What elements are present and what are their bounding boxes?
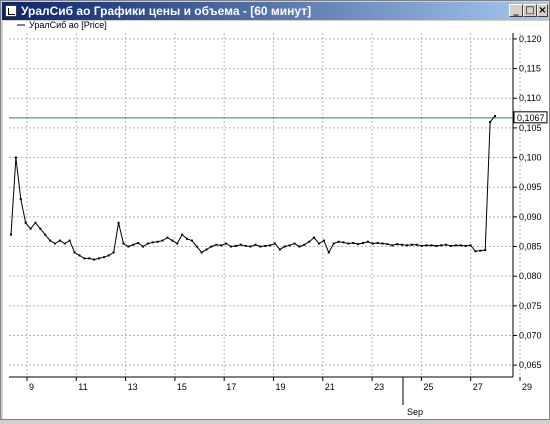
legend: УралСиб ао [Price] — [17, 20, 107, 30]
x-tick-label: 9 — [29, 382, 34, 392]
x-tick-label: 21 — [325, 382, 335, 392]
minimize-button[interactable]: _ — [509, 4, 523, 17]
x-tick-label: 19 — [276, 382, 286, 392]
x-tick-label: 13 — [128, 382, 138, 392]
legend-label: УралСиб ао [Price] — [29, 21, 107, 30]
y-tick-label: 0,115 — [519, 64, 541, 74]
x-tick-label: 15 — [177, 382, 187, 392]
y-tick-label: 0,120 — [519, 34, 542, 44]
y-tick-label: 0,110 — [519, 93, 541, 103]
x-tick-label: 23 — [374, 382, 384, 392]
y-tick-label: 0,100 — [519, 153, 542, 163]
y-tick-label: 0,065 — [519, 360, 542, 370]
x-axis-month-label: Sep — [407, 407, 423, 417]
y-tick-label: 0,085 — [519, 242, 542, 252]
x-tick-label: 17 — [226, 382, 236, 392]
x-tick-label: 25 — [423, 382, 433, 392]
maximize-button[interactable]: □ — [523, 4, 537, 17]
current-price-marker: 0,1067 — [513, 111, 548, 124]
y-tick-label: 0,070 — [519, 330, 542, 340]
x-tick-label: 11 — [78, 382, 87, 392]
x-tick-label: 29 — [522, 382, 532, 392]
y-tick-label: 0,105 — [519, 123, 542, 133]
x-tick-label: 27 — [473, 382, 483, 392]
y-tick-label: 0,075 — [519, 301, 542, 311]
y-tick-label: 0,095 — [519, 182, 542, 192]
title-bar[interactable]: УралСиб ао Графики цены и объема - [60 м… — [2, 2, 548, 20]
window-title: УралСиб ао Графики цены и объема - [60 м… — [21, 4, 312, 18]
price-chart[interactable]: 0,120 0,115 0,110 0,105 0,100 0,095 0,090 0,085… — [3, 20, 549, 419]
price-marker-value: 0,1067 — [517, 113, 545, 123]
chart-background — [3, 21, 549, 419]
chart-area[interactable]: 0,120 0,115 0,110 0,105 0,100 0,095 0,090 0,085… — [3, 20, 549, 419]
chart-window: УралСиб ао Графики цены и объема - [60 м… — [0, 0, 550, 420]
close-button[interactable]: × — [537, 4, 548, 17]
y-tick-label: 0,080 — [519, 271, 542, 281]
y-tick-label: 0,090 — [519, 212, 542, 222]
chart-app-icon — [5, 5, 17, 17]
